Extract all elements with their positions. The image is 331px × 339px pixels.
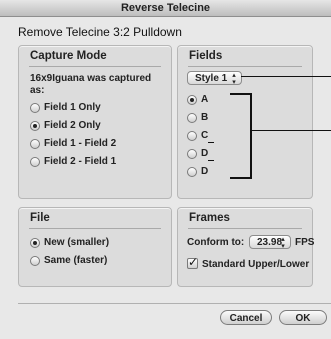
cancel-button[interactable]: Cancel — [220, 310, 272, 325]
style-popup-value: Style 1 — [195, 73, 228, 84]
field-option-d-2-label[interactable]: D — [201, 166, 208, 177]
field-option-c-label[interactable]: C — [201, 130, 208, 141]
bracket-pointer-line — [251, 130, 331, 131]
radio-field-2-field-1-label[interactable]: Field 2 - Field 1 — [44, 156, 116, 167]
radio-new-smaller[interactable] — [30, 238, 40, 248]
window-title: Reverse Telecine — [0, 0, 331, 17]
radio-field-1-field-2[interactable] — [30, 139, 40, 149]
radio-same-faster[interactable] — [30, 256, 40, 266]
field-option-a[interactable] — [187, 95, 197, 105]
field-option-d-1[interactable] — [187, 149, 197, 159]
standard-upper-lower-label[interactable]: Standard Upper/Lower — [202, 259, 309, 270]
popup-pointer-line — [241, 76, 331, 77]
field-option-a-label[interactable]: A — [201, 94, 208, 105]
reverse-telecine-window: Reverse Telecine Remove Telecine 3:2 Pul… — [0, 0, 331, 339]
radio-same-faster-label[interactable]: Same (faster) — [44, 255, 107, 266]
capture-mode-panel: Capture Mode 16x9Iguana was captured as:… — [18, 45, 172, 199]
field-option-b[interactable] — [187, 113, 197, 123]
field-d-tick — [208, 160, 214, 161]
ok-button[interactable]: OK — [279, 310, 327, 325]
fields-panel: Fields Style 1 ▴ ▾ A B C D D — [177, 45, 313, 199]
radio-new-smaller-label[interactable]: New (smaller) — [44, 237, 109, 248]
radio-field-2-only-label[interactable]: Field 2 Only — [44, 120, 101, 131]
field-option-b-label[interactable]: B — [201, 112, 208, 123]
capture-mode-title: Capture Mode — [30, 50, 107, 62]
conform-to-label: Conform to: — [187, 237, 245, 248]
field-option-d-2[interactable] — [187, 167, 197, 177]
style-popup[interactable]: Style 1 ▴ ▾ — [187, 71, 242, 86]
frames-panel: Frames Conform to: 23.98 ▴ ▾ FPS ✓ Standa… — [177, 207, 315, 287]
radio-field-2-field-1[interactable] — [30, 157, 40, 167]
radio-field-2-only[interactable] — [30, 121, 40, 131]
capture-mode-divider — [29, 66, 161, 67]
conform-popup-value: 23.98 — [257, 237, 283, 248]
dialog-heading: Remove Telecine 3:2 Pulldown — [18, 25, 182, 39]
frames-divider — [188, 228, 302, 229]
fps-label: FPS — [295, 237, 315, 248]
field-option-d-1-label[interactable]: D — [201, 148, 208, 159]
file-divider — [29, 228, 161, 229]
file-panel: File New (smaller) Same (faster) — [18, 207, 172, 287]
checkmark-icon: ✓ — [188, 255, 199, 269]
field-option-c[interactable] — [187, 131, 197, 141]
frames-title: Frames — [189, 212, 230, 224]
fields-title: Fields — [189, 50, 223, 62]
radio-field-1-only-label[interactable]: Field 1 Only — [44, 102, 101, 113]
updown-arrows-icon: ▴ ▾ — [281, 236, 285, 250]
field-c-tick — [208, 142, 214, 143]
button-bar-divider — [18, 303, 331, 304]
updown-arrows-icon: ▴ ▾ — [232, 72, 236, 86]
file-title: File — [30, 212, 50, 224]
radio-field-1-field-2-label[interactable]: Field 1 - Field 2 — [44, 138, 116, 149]
fields-divider — [188, 66, 302, 67]
conform-popup[interactable]: 23.98 ▴ ▾ — [249, 235, 291, 250]
radio-field-1-only[interactable] — [30, 103, 40, 113]
standard-upper-lower-checkbox[interactable]: ✓ — [187, 255, 199, 269]
field-group-bracket — [230, 93, 252, 179]
capture-description: 16x9Iguana was captured as: — [30, 73, 152, 96]
